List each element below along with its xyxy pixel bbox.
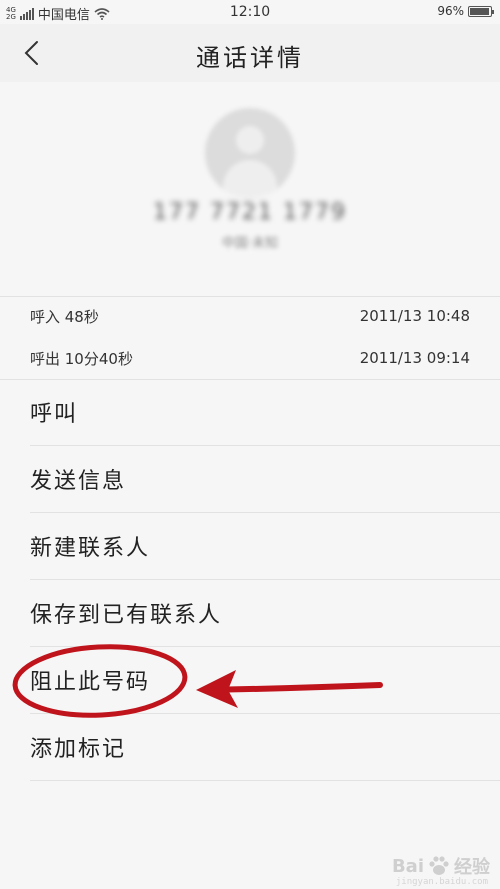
call-datetime: 2011/13 10:48 — [359, 307, 470, 325]
send-message-button[interactable]: 发送信息 — [30, 446, 126, 512]
call-label: 呼叫 — [30, 402, 79, 427]
call-type: 呼入 48秒 — [30, 307, 99, 326]
watermark-url: jingyan.baidu.com — [395, 877, 488, 887]
add-tag-button[interactable]: 添加标记 — [30, 714, 126, 780]
save-to-contact-button[interactable]: 保存到已有联系人 — [30, 580, 222, 646]
baidu-watermark: Bai 经验 — [392, 853, 490, 879]
watermark-brand-2: 经验 — [454, 857, 490, 878]
watermark-brand: Bai — [391, 855, 424, 877]
pointer-arrow-icon — [196, 670, 383, 708]
app-header: 通话详情 — [0, 24, 500, 82]
call-button[interactable]: 呼叫 — [30, 379, 78, 445]
save-to-contact-label: 保存到已有联系人 — [30, 603, 223, 628]
contact-profile: 177 7721 1779 中国·未知 — [0, 82, 500, 292]
page-title: 通话详情 — [196, 44, 304, 72]
block-number-label: 阻止此号码 — [30, 670, 151, 695]
avatar — [205, 108, 295, 198]
contact-number: 177 7721 1779 — [153, 200, 347, 225]
call-log-row: 呼入 48秒 2011/13 10:48 — [30, 296, 470, 336]
new-contact-button[interactable]: 新建联系人 — [30, 513, 150, 579]
call-log-row: 呼出 10分40秒 2011/13 09:14 — [30, 338, 470, 378]
battery-icon — [468, 5, 494, 17]
status-right: 96% — [437, 4, 494, 18]
paw-icon — [429, 856, 449, 875]
block-number-button[interactable]: 阻止此号码 — [30, 647, 150, 713]
call-datetime: 2011/13 09:14 — [359, 349, 470, 367]
send-message-label: 发送信息 — [30, 469, 127, 494]
new-contact-label: 新建联系人 — [30, 536, 151, 561]
add-tag-label: 添加标记 — [30, 737, 127, 762]
clock: 12:10 — [229, 4, 271, 20]
status-bar: 4G 2G 中国电信 12:10 96% — [0, 0, 500, 24]
battery-percent: 96% — [437, 4, 464, 18]
call-type: 呼出 10分40秒 — [30, 349, 133, 368]
divider — [30, 780, 500, 781]
contact-location: 中国·未知 — [221, 236, 279, 251]
